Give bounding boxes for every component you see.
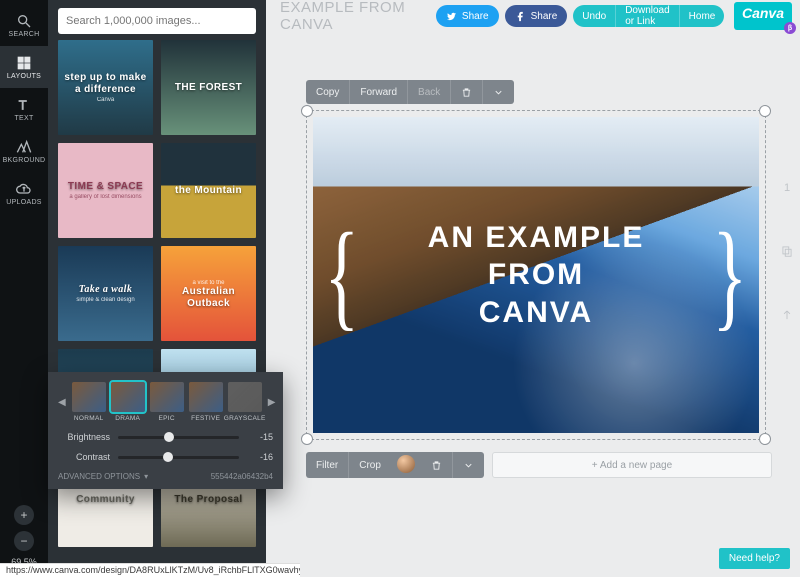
add-page-button[interactable]: + Add a new page (492, 452, 772, 478)
need-help-button[interactable]: Need help? (719, 548, 790, 569)
filter-option[interactable]: FESTIVE (189, 382, 223, 422)
twitter-icon (446, 11, 457, 22)
page-more-button[interactable] (452, 452, 484, 478)
facebook-icon (515, 11, 526, 22)
selection-frame[interactable]: { AN EXAMPLE FROMCANVA } (306, 110, 766, 440)
rail-label: SEARCH (9, 31, 40, 38)
up-arrow-icon[interactable] (780, 308, 794, 322)
filter-option[interactable]: EPIC (150, 382, 184, 422)
brace-right-icon: } (713, 215, 748, 335)
filter-popover: ◀ NORMAL DRAMA EPIC FESTIVE GRAYSCALE ▶ … (48, 372, 283, 489)
document-title[interactable]: EXAMPLE FROM CANVA (280, 0, 430, 33)
canvas-area: Copy Forward Back { AN EXAMPLE FROMCANVA… (266, 32, 800, 577)
search-icon (16, 13, 32, 29)
rail-label: BKGROUND (3, 157, 46, 164)
home-button[interactable]: Home (679, 5, 724, 27)
background-icon (16, 139, 32, 155)
zoom-in-button[interactable]: + (14, 505, 34, 525)
filter-option[interactable]: DRAMA (111, 382, 145, 422)
rail-label: UPLOADS (6, 199, 42, 206)
rail-search[interactable]: SEARCH (0, 4, 48, 46)
layout-thumb[interactable]: a visit to theAustralian Outback (161, 246, 256, 341)
trash-icon (461, 87, 472, 98)
search-input[interactable] (66, 15, 248, 27)
duplicate-page-icon[interactable] (780, 244, 794, 258)
forward-button[interactable]: Forward (349, 80, 407, 104)
svg-text:T: T (19, 97, 27, 112)
filters-prev[interactable]: ◀ (58, 397, 66, 408)
filter-option[interactable]: GRAYSCALE (228, 382, 262, 422)
filter-thumbs: NORMAL DRAMA EPIC FESTIVE GRAYSCALE (72, 382, 262, 422)
rail-label: TEXT (14, 115, 33, 122)
share-facebook-button[interactable]: Share (505, 5, 568, 27)
brightness-slider[interactable]: Brightness -15 (58, 432, 273, 442)
crop-button[interactable]: Crop (348, 452, 391, 478)
brace-left-icon: { (325, 215, 360, 335)
rail-layouts[interactable]: LAYOUTS (0, 46, 48, 88)
copy-button[interactable]: Copy (306, 80, 349, 104)
page-number: 1 (784, 182, 790, 194)
top-actions: Undo Download or Link Home (573, 5, 724, 27)
design-text-overlay: { AN EXAMPLE FROMCANVA } (313, 117, 759, 433)
image-avatar[interactable] (397, 455, 415, 473)
resize-handle[interactable] (301, 433, 313, 445)
filter-button[interactable]: Filter (306, 452, 348, 478)
canva-logo[interactable]: Canvaβ (734, 2, 792, 30)
rail-uploads[interactable]: UPLOADS (0, 172, 48, 214)
layout-thumb[interactable]: the Mountain (161, 143, 256, 238)
filter-option[interactable]: NORMAL (72, 382, 106, 422)
layout-thumb[interactable]: Take a walksimple & clean design (58, 246, 153, 341)
chevron-down-icon (493, 87, 504, 98)
page-action-bar: Filter Crop + Add a new page (306, 452, 772, 478)
filter-code: 555442a06432b4 (211, 472, 273, 481)
contrast-slider[interactable]: Contrast -16 (58, 452, 273, 462)
text-icon: T (16, 97, 32, 113)
uploads-icon (16, 181, 32, 197)
page-gutter: 1 (780, 182, 794, 322)
rail-label: LAYOUTS (7, 73, 41, 80)
trash-icon (431, 460, 442, 471)
back-button[interactable]: Back (407, 80, 450, 104)
share-twitter-button[interactable]: Share (436, 5, 499, 27)
layout-thumb[interactable]: step up to make a differenceCanva (58, 40, 153, 135)
rail-text[interactable]: T TEXT (0, 88, 48, 130)
undo-button[interactable]: Undo (573, 5, 615, 27)
download-button[interactable]: Download or Link (615, 5, 678, 27)
layouts-icon (16, 55, 32, 71)
more-button[interactable] (482, 80, 514, 104)
layouts-panel: step up to make a differenceCanva THE FO… (48, 0, 266, 577)
zoom-out-button[interactable]: − (14, 531, 34, 551)
status-bar-url: https://www.canva.com/design/DA8RUxLlKTz… (0, 563, 300, 577)
delete-button[interactable] (450, 80, 482, 104)
layout-thumb[interactable]: THE FOREST (161, 40, 256, 135)
top-bar: EXAMPLE FROM CANVA Share Share Undo Down… (266, 0, 800, 32)
resize-handle[interactable] (759, 105, 771, 117)
chevron-down-icon (463, 460, 474, 471)
rail-background[interactable]: BKGROUND (0, 130, 48, 172)
chevron-down-icon: ▾ (144, 472, 148, 481)
design-page[interactable]: { AN EXAMPLE FROMCANVA } (313, 117, 759, 433)
page-delete-button[interactable] (421, 452, 452, 478)
resize-handle[interactable] (759, 433, 771, 445)
resize-handle[interactable] (301, 105, 313, 117)
object-toolbar: Copy Forward Back (306, 80, 514, 104)
search-input-wrap[interactable] (58, 8, 256, 34)
tool-rail: SEARCH LAYOUTS T TEXT BKGROUND UPLOADS +… (0, 0, 48, 577)
advanced-options-toggle[interactable]: ADVANCED OPTIONS▾ (58, 472, 148, 481)
layout-thumb[interactable]: TIME & SPACEa gallery of lost dimensions (58, 143, 153, 238)
